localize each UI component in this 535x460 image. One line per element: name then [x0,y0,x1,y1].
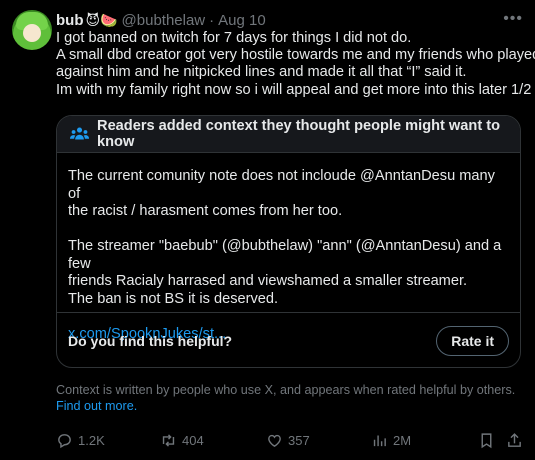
share-icon [508,433,521,447]
note-title: Readers added context they thought peopl… [97,118,501,150]
author-name[interactable]: bub [56,12,84,29]
note-line: friends Racialy harrased and viewshamed … [68,273,468,289]
note-line: The streamer "baebub" (@bubthelaw) "ann"… [68,238,502,272]
tweet-line: A small dbd creator got very hostile tow… [56,47,535,64]
tweet-text: I got banned on twitch for 7 days for th… [56,30,535,99]
context-footer: Context is written by people who use X, … [56,383,521,414]
avatar-face [23,24,41,42]
like-count: 357 [288,433,310,448]
reply-count: 1.2K [78,433,105,448]
note-line: The ban is not BS it is deserved. [68,290,279,307]
bookmark-icon [481,433,492,449]
reply-button[interactable]: 1.2K [56,432,105,449]
author-emojis: 😈🍉 [85,11,118,28]
note-footer: Do you find this helpful? Rate it [57,312,520,367]
separator-dot: · [209,11,215,29]
context-footer-text: Context is written by people who use X, … [56,383,516,397]
repost-button[interactable]: 404 [160,432,204,449]
heart-icon [268,434,281,447]
rate-it-button[interactable]: Rate it [436,326,509,356]
note-line: The current comunity note does not inclo… [68,168,495,202]
view-count: 2M [393,433,412,448]
views-button[interactable]: 2M [371,432,411,449]
find-out-more-link[interactable]: Find out more. [56,399,521,415]
repost-icon [162,434,175,447]
like-button[interactable]: 357 [266,432,310,449]
tweet-line: I got banned on twitch for 7 days for th… [56,30,412,46]
share-button[interactable] [506,432,528,449]
note-header: Readers added context they thought peopl… [57,116,520,153]
tweet-line: Im with my family right now so i will ap… [56,81,532,98]
note-line: the racist / harasment comes from her to… [68,203,343,219]
author-handle[interactable]: @bubthelaw [122,12,206,29]
more-icon[interactable]: ••• [503,10,523,28]
community-note: Readers added context they thought peopl… [56,115,521,368]
tweet-line: against him and he nitpicked lines and m… [56,64,467,81]
bookmark-button[interactable] [478,432,500,449]
action-bar: 1.2K 404 357 2M [56,432,526,452]
people-icon [70,127,90,140]
analytics-icon [373,435,386,447]
repost-count: 404 [182,433,204,448]
tweet-date[interactable]: Aug 10 [218,12,266,29]
tweet-header: bub 😈🍉 @bubthelaw · Aug 10 ••• [56,10,523,30]
reply-icon [58,434,71,449]
helpful-question: Do you find this helpful? [68,333,233,349]
avatar[interactable] [12,10,52,50]
